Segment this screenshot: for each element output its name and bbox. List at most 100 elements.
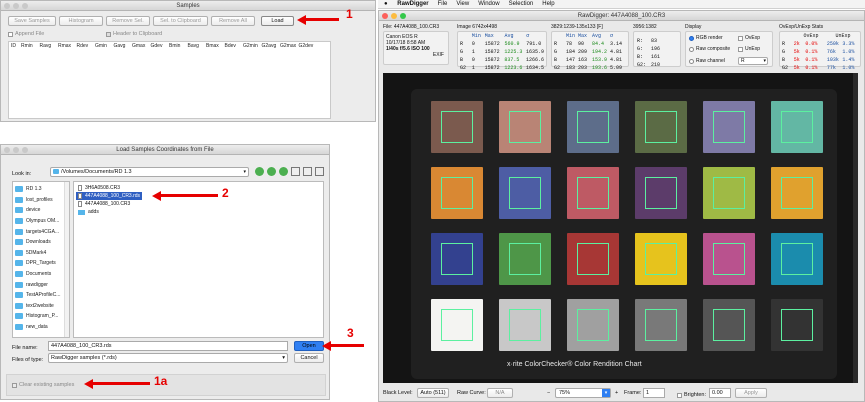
sidebar-scrollbar[interactable] (64, 182, 69, 337)
column-header-ravg[interactable]: Ravg (40, 43, 59, 49)
column-header-id[interactable]: ID (11, 43, 21, 49)
channel-select[interactable]: R ▾ (738, 57, 768, 65)
sel-to-clipboard-button[interactable]: Sel. to Clipboard (153, 16, 208, 26)
column-header-rdev[interactable]: Rdev (77, 43, 96, 49)
sidebar-item[interactable]: Histogram_P... (13, 311, 65, 322)
sidebar-item[interactable]: Olympus OM... (13, 216, 65, 227)
histogram-button[interactable]: Histogram (59, 16, 103, 26)
color-patch[interactable] (499, 167, 551, 219)
image-viewport[interactable]: x·rite ColorChecker® Color Rendition Cha… (383, 73, 858, 383)
file-item[interactable]: 447A4088_100.CR3 (76, 200, 142, 208)
zoom-in-icon[interactable]: + (615, 388, 618, 398)
save-samples-button[interactable]: Save Samples (8, 16, 56, 26)
column-header-rmax[interactable]: Rmax (58, 43, 77, 49)
color-patch[interactable] (635, 299, 687, 351)
back-icon[interactable] (255, 167, 264, 176)
color-patch[interactable] (499, 233, 551, 285)
column-header-bavg[interactable]: Bavg (188, 43, 207, 49)
look-in-select[interactable]: /Volumes/Documents/RD 1.3 ▾ (50, 167, 249, 177)
raw-composite-radio[interactable]: Raw composite (689, 46, 730, 52)
list-view-icon[interactable] (303, 167, 312, 176)
column-header-gdev[interactable]: Gdev (151, 43, 170, 49)
black-level-button[interactable]: Auto (511) (417, 388, 449, 398)
menu-file[interactable]: File (438, 1, 448, 7)
color-patch[interactable] (635, 233, 687, 285)
color-patch[interactable] (703, 101, 755, 153)
unexp-checkbox[interactable]: UnExp (738, 46, 760, 52)
menu-rawdigger[interactable]: RawDigger (397, 1, 428, 7)
remove-all-button[interactable]: Remove All (211, 16, 255, 26)
raw-channel-radio[interactable]: Raw channel (689, 58, 725, 64)
color-patch[interactable] (771, 233, 823, 285)
sidebar-item[interactable]: device (13, 205, 65, 216)
sidebar-item[interactable]: lost_profiles (13, 195, 65, 206)
clear-existing-samples-checkbox[interactable]: Clear existing samples (12, 382, 74, 388)
color-patch[interactable] (567, 299, 619, 351)
color-patch[interactable] (635, 167, 687, 219)
menu-window[interactable]: Window (478, 1, 499, 7)
close-icon[interactable] (382, 13, 388, 19)
minimize-icon[interactable] (391, 13, 397, 19)
zoom-icon[interactable] (22, 3, 28, 9)
vertical-scrollbar[interactable] (853, 73, 858, 383)
column-header-g2max[interactable]: G2max (280, 43, 299, 49)
detail-view-icon[interactable] (315, 167, 324, 176)
frame-input[interactable]: 1 (643, 388, 665, 398)
sidebar-item[interactable]: Downloads (13, 237, 65, 248)
samples-table[interactable]: ID Rmin Ravg Rmax Rdev Gmin Gavg Gmax Gdev Bmin Ba… (8, 41, 331, 119)
zoom-out-icon[interactable]: − (547, 388, 550, 398)
brighten-input[interactable]: 0.00 (709, 388, 731, 398)
color-patch[interactable] (771, 167, 823, 219)
close-icon[interactable] (4, 147, 10, 153)
open-button[interactable]: Open (294, 341, 324, 351)
minimize-icon[interactable] (13, 3, 19, 9)
color-patch[interactable] (771, 299, 823, 351)
column-header-bmax[interactable]: Bmax (206, 43, 225, 49)
color-patch[interactable] (567, 233, 619, 285)
raw-curve-button[interactable]: N/A (487, 388, 513, 398)
color-patch[interactable] (499, 101, 551, 153)
zoom-icon[interactable] (400, 13, 406, 19)
column-header-g2avg[interactable]: G2avg (262, 43, 281, 49)
load-button[interactable]: Load (261, 16, 294, 26)
up-folder-icon[interactable] (279, 167, 288, 176)
file-item[interactable]: 3H6A0508.CR3 (76, 184, 142, 192)
column-header-bmin[interactable]: Bmin (169, 43, 188, 49)
sidebar-item[interactable]: RD 1.3 (13, 184, 65, 195)
menu-selection[interactable]: Selection (509, 1, 534, 7)
menu-help[interactable]: Help (542, 1, 554, 7)
column-header-rmin[interactable]: Rmin (21, 43, 40, 49)
zoom-icon[interactable] (22, 147, 28, 153)
folder-item[interactable]: adds (76, 208, 142, 216)
append-file-checkbox[interactable]: Append File (8, 31, 44, 37)
color-patch[interactable] (635, 101, 687, 153)
header-to-clipboard-checkbox[interactable]: Header to Clipboard (106, 31, 162, 37)
menu-view[interactable]: View (456, 1, 469, 7)
file-name-input[interactable]: 447A4088_100_CR3.rds (48, 341, 288, 351)
brighten-checkbox[interactable]: Brighten: (677, 390, 706, 400)
apply-button[interactable]: Apply (735, 388, 767, 398)
zoom-select[interactable]: 75% ▾ (555, 388, 611, 398)
exif-button[interactable]: EXIF (386, 52, 446, 58)
color-patch[interactable] (567, 101, 619, 153)
column-header-gavg[interactable]: Gavg (114, 43, 133, 49)
color-patch[interactable] (431, 101, 483, 153)
sidebar-item[interactable]: TestAProfileC... (13, 290, 65, 301)
sidebar-item[interactable]: rawdigger (13, 279, 65, 290)
forward-icon[interactable] (267, 167, 276, 176)
color-patch[interactable] (703, 167, 755, 219)
remove-sel-button[interactable]: Remove Sel. (106, 16, 150, 26)
apple-icon[interactable]: ● (384, 1, 388, 7)
close-icon[interactable] (4, 3, 10, 9)
color-patch[interactable] (703, 299, 755, 351)
sidebar-item[interactable]: text2website (13, 301, 65, 312)
column-header-g2dev[interactable]: G2dev (299, 43, 318, 49)
color-patch[interactable] (567, 167, 619, 219)
rgb-render-radio[interactable]: RGB render (689, 35, 723, 41)
color-patch[interactable] (431, 299, 483, 351)
column-header-g2min[interactable]: G2min (243, 43, 262, 49)
minimize-icon[interactable] (13, 147, 19, 153)
sidebar-item[interactable]: 5DMark4 (13, 248, 65, 259)
file-item[interactable]: 447A4088_100_CR3.rds (76, 192, 143, 200)
color-patch[interactable] (499, 299, 551, 351)
